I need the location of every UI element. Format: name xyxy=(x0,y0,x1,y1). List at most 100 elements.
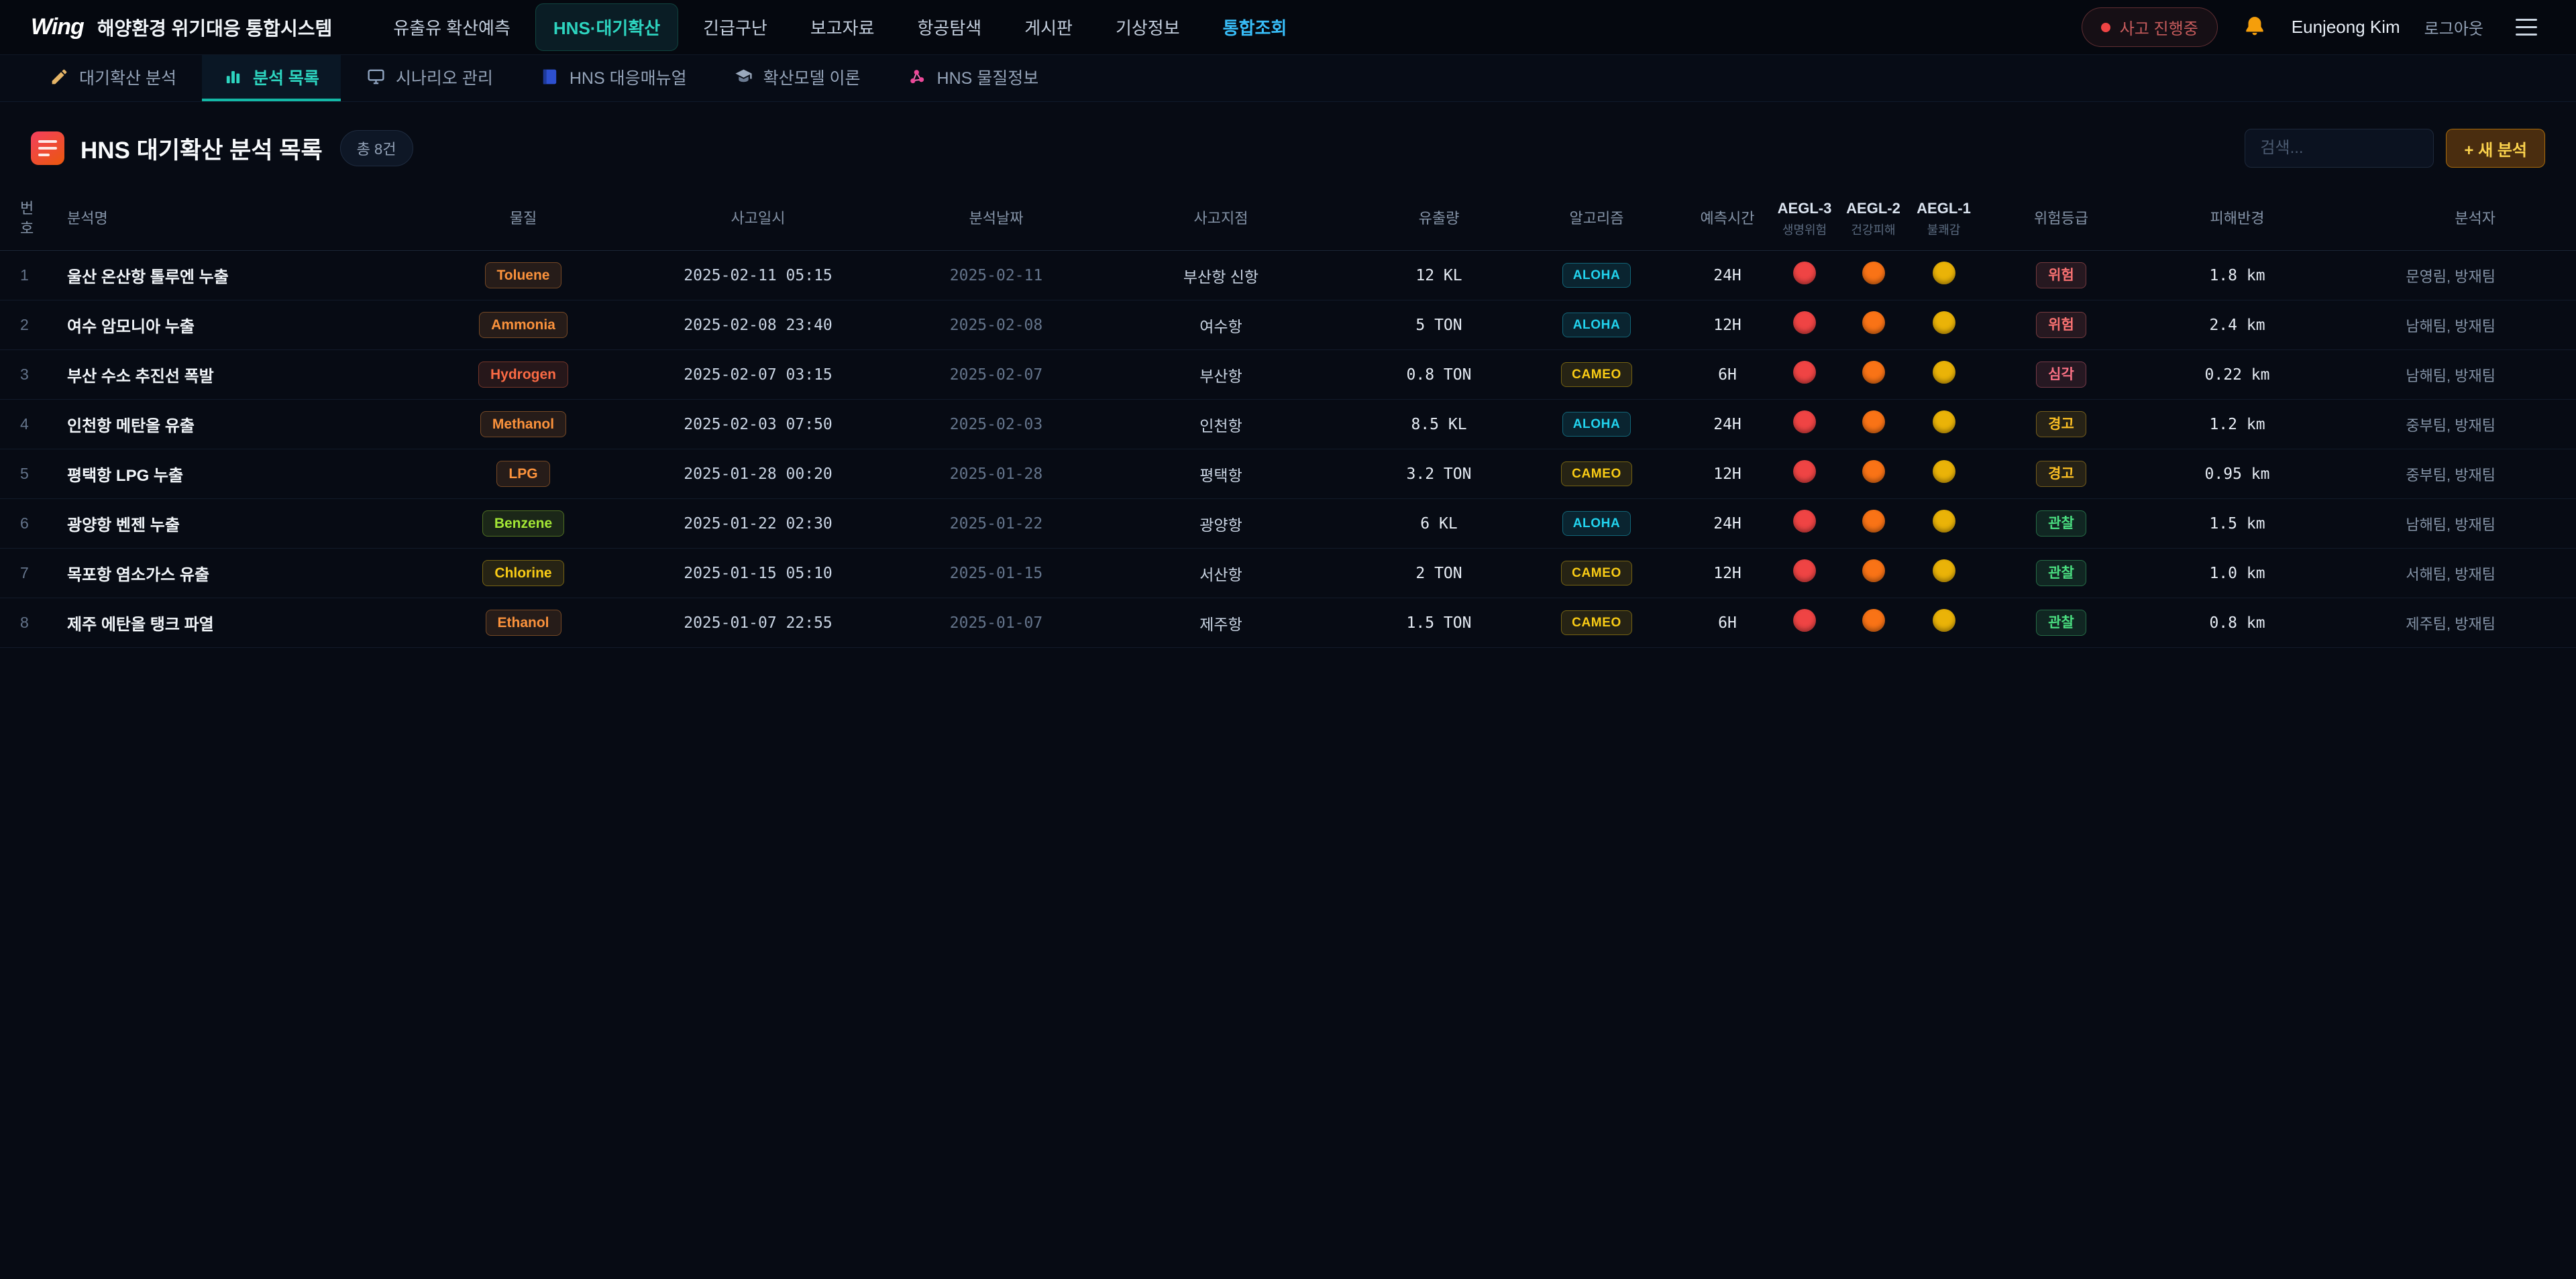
nav-item-reports[interactable]: 보고자료 xyxy=(792,3,893,51)
cell-damage-radius: 1.5 km xyxy=(2143,515,2331,533)
cell-substance: LPG xyxy=(449,461,597,487)
cell-location: 평택항 xyxy=(1073,463,1368,486)
cell-location: 인천항 xyxy=(1073,413,1368,436)
tab-hns-manual[interactable]: HNS 대응매뉴얼 xyxy=(519,55,708,101)
nav-item-integrated-search[interactable]: 통합조회 xyxy=(1205,3,1305,51)
nav-item-hns-dispersion[interactable]: HNS·대기확산 xyxy=(535,3,678,51)
cell-no: 4 xyxy=(20,415,67,433)
cell-analysis-date: 2025-02-07 xyxy=(919,366,1073,384)
cell-location: 광양항 xyxy=(1073,512,1368,535)
cell-no: 8 xyxy=(20,614,67,632)
book-icon xyxy=(540,67,559,87)
new-analysis-button[interactable]: + 새 분석 xyxy=(2446,129,2545,168)
risk-grade-badge: 관찰 xyxy=(2036,610,2086,636)
model-badge: CAMEO xyxy=(1561,461,1632,486)
cell-analysis-name: 여수 암모니아 누출 xyxy=(67,313,449,337)
cell-aegl-3 xyxy=(1771,460,1838,488)
aegl-2-indicator-icon xyxy=(1862,460,1885,483)
cell-analysis-date: 2025-01-15 xyxy=(919,565,1073,582)
cell-analysis-date: 2025-02-11 xyxy=(919,267,1073,284)
chart-icon xyxy=(223,67,243,87)
cell-no: 6 xyxy=(20,514,67,533)
cell-incident-datetime: 2025-01-22 02:30 xyxy=(597,515,919,533)
tab-label: HNS 대응매뉴얼 xyxy=(570,65,687,89)
risk-grade-badge: 관찰 xyxy=(2036,510,2086,537)
logout-button[interactable]: 로그아웃 xyxy=(2424,15,2483,39)
table-row[interactable]: 2여수 암모니아 누출Ammonia2025-02-08 23:402025-0… xyxy=(0,300,2576,350)
cell-spill-amount: 0.8 TON xyxy=(1368,366,1509,384)
cell-no: 1 xyxy=(20,266,67,284)
table-row[interactable]: 8제주 에탄올 탱크 파열Ethanol2025-01-07 22:552025… xyxy=(0,598,2576,648)
incident-dot-icon xyxy=(2101,23,2110,32)
document-icon xyxy=(31,131,64,165)
cell-location: 제주항 xyxy=(1073,612,1368,634)
cell-duration: 24H xyxy=(1684,416,1771,433)
aegl-1-indicator-icon xyxy=(1933,262,1955,284)
model-badge: ALOHA xyxy=(1562,263,1631,288)
cell-no: 5 xyxy=(20,465,67,483)
analysis-table: 번호분석명물질사고일시분석날짜사고지점유출량알고리즘예측시간AEGL-3생명위험… xyxy=(0,186,2576,648)
nav-item-rescue[interactable]: 긴급구난 xyxy=(685,3,786,51)
cell-damage-radius: 0.95 km xyxy=(2143,465,2331,483)
cell-analysis-date: 2025-01-28 xyxy=(919,465,1073,483)
cell-incident-datetime: 2025-01-28 00:20 xyxy=(597,465,919,483)
table-row[interactable]: 3부산 수소 추진선 폭발Hydrogen2025-02-07 03:15202… xyxy=(0,350,2576,400)
column-header-substance: 물질 xyxy=(449,209,597,229)
cell-damage-radius: 1.8 km xyxy=(2143,267,2331,284)
table-row[interactable]: 7목포항 염소가스 유출Chlorine2025-01-15 05:102025… xyxy=(0,549,2576,598)
column-header-location: 사고지점 xyxy=(1073,209,1368,229)
column-header-aegl1: AEGL-1불쾌감 xyxy=(1909,199,1979,238)
table-row[interactable]: 5평택항 LPG 누출LPG2025-01-28 00:202025-01-28… xyxy=(0,449,2576,499)
nav-item-board[interactable]: 게시판 xyxy=(1006,3,1091,51)
tab-scenario-management[interactable]: 시나리오 관리 xyxy=(345,55,515,101)
cell-spill-amount: 6 KL xyxy=(1368,515,1509,533)
cell-no: 3 xyxy=(20,366,67,384)
search-input[interactable] xyxy=(2245,129,2434,168)
substance-badge: Ammonia xyxy=(479,312,568,338)
nav-item-weather[interactable]: 기상정보 xyxy=(1097,3,1198,51)
model-badge: ALOHA xyxy=(1562,412,1631,437)
cell-model: CAMEO xyxy=(1509,461,1684,486)
cell-aegl-1 xyxy=(1909,410,1979,438)
cell-aegl-3 xyxy=(1771,609,1838,636)
tab-dispersion-analysis[interactable]: 대기확산 분석 xyxy=(28,55,198,101)
model-badge: ALOHA xyxy=(1562,313,1631,337)
top-navigation: Wing 해양환경 위기대응 통합시스템 유출유 확산예측HNS·대기확산긴급구… xyxy=(0,0,2576,55)
cell-analysis-name: 인천항 메탄올 유출 xyxy=(67,412,449,436)
aegl-1-indicator-icon xyxy=(1933,510,1955,533)
tab-hns-substance-info[interactable]: HNS 물질정보 xyxy=(886,55,1061,101)
cell-model: CAMEO xyxy=(1509,610,1684,635)
incident-status-badge: 사고 진행중 xyxy=(2082,7,2218,47)
cell-duration: 6H xyxy=(1684,614,1771,632)
app-title: 해양환경 위기대응 통합시스템 xyxy=(97,14,332,41)
column-header-no: 번호 xyxy=(20,199,39,238)
sub-tab-bar: 대기확산 분석분석 목록시나리오 관리 HNS 대응매뉴얼 확산모델 이론HNS 물… xyxy=(0,55,2576,102)
table-row[interactable]: 1울산 온산항 톨루엔 누출Toluene2025-02-11 05:15202… xyxy=(0,251,2576,300)
aegl-2-indicator-icon xyxy=(1862,311,1885,334)
risk-grade-badge: 위험 xyxy=(2036,262,2086,288)
model-badge: CAMEO xyxy=(1561,610,1632,635)
bell-icon[interactable] xyxy=(2242,15,2267,40)
cell-model: ALOHA xyxy=(1509,412,1684,437)
column-header-analyst: 분석자 xyxy=(2331,209,2556,229)
cell-aegl-3 xyxy=(1771,311,1838,339)
table-header-row: 번호분석명물질사고일시분석날짜사고지점유출량알고리즘예측시간AEGL-3생명위험… xyxy=(0,186,2576,251)
nav-item-oil-spill[interactable]: 유출유 확산예측 xyxy=(375,3,529,51)
tab-model-theory[interactable]: 확산모델 이론 xyxy=(712,55,882,101)
table-row[interactable]: 6광양항 벤젠 누출Benzene2025-01-22 02:302025-01… xyxy=(0,499,2576,549)
column-header-name: 분석명 xyxy=(67,209,449,229)
nav-item-aerial-search[interactable]: 항공탐색 xyxy=(900,3,1000,51)
tab-analysis-list[interactable]: 분석 목록 xyxy=(202,55,341,101)
table-row[interactable]: 4인천항 메탄올 유출Methanol2025-02-03 07:502025-… xyxy=(0,400,2576,449)
menu-icon[interactable] xyxy=(2508,11,2545,44)
substance-badge: Benzene xyxy=(482,510,564,537)
cell-aegl-3 xyxy=(1771,262,1838,289)
cell-substance: Methanol xyxy=(449,411,597,437)
substance-badge: Toluene xyxy=(485,262,562,288)
cell-damage-radius: 0.8 km xyxy=(2143,614,2331,632)
cell-model: ALOHA xyxy=(1509,313,1684,337)
user-name: Eunjeong Kim xyxy=(2292,17,2400,38)
cell-damage-radius: 2.4 km xyxy=(2143,317,2331,334)
cell-aegl-2 xyxy=(1838,460,1909,488)
aegl-2-indicator-icon xyxy=(1862,410,1885,433)
